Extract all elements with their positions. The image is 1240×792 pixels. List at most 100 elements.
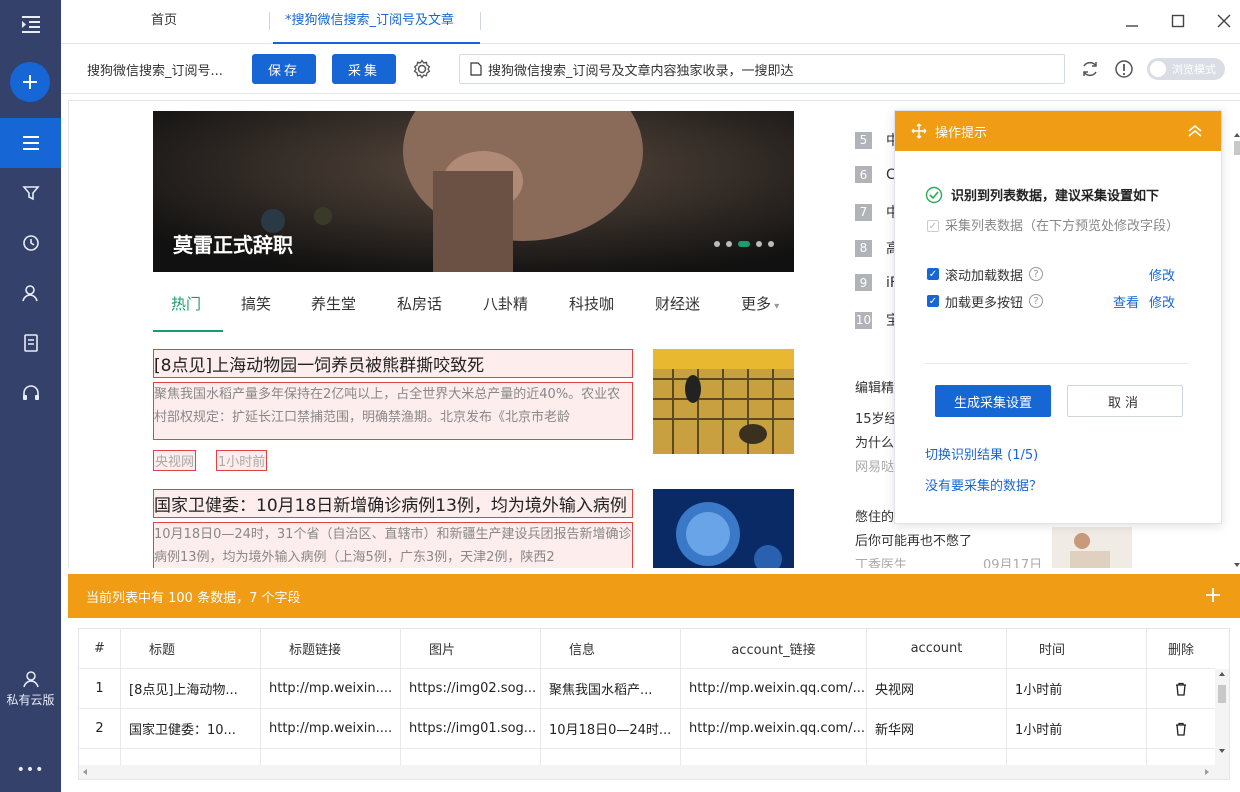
carousel-dot[interactable] [726, 241, 732, 247]
scroll-load-checkbox[interactable]: ✓ [927, 268, 939, 280]
category-tab[interactable]: 搞笑 [241, 293, 271, 314]
table-header-row: # 标题 标题链接 图片 信息 account_链接 account 时间 删除 [79, 629, 1215, 669]
category-tab-more[interactable]: 更多 ▾ [741, 293, 779, 314]
switch-result-link[interactable]: 切换识别结果 (1/5) [925, 444, 1038, 463]
carousel-dots[interactable] [714, 241, 774, 247]
new-task-button[interactable] [10, 62, 50, 102]
history-icon[interactable] [0, 218, 61, 268]
tab-current-task[interactable]: *搜狗微信搜索_订阅号及文章 [273, 0, 480, 44]
column-header[interactable]: # [79, 629, 121, 668]
table-row[interactable]: 2 国家卫健委：10... http://mp.weixin.... https… [79, 709, 1215, 749]
column-header[interactable]: 时间 [1007, 629, 1147, 668]
side-line[interactable]: 15岁经 [855, 408, 898, 427]
side-line[interactable]: 为什么 [855, 432, 894, 451]
document-icon[interactable] [0, 318, 61, 368]
panel-header[interactable]: 操作提示 [895, 111, 1221, 151]
load-more-checkbox[interactable]: ✓ [927, 295, 939, 307]
info-icon[interactable] [1113, 58, 1135, 80]
side-line[interactable]: 憋住的 [855, 506, 894, 525]
save-button[interactable]: 保存 [252, 54, 316, 84]
refresh-icon[interactable] [1079, 58, 1101, 80]
table-cell[interactable]: https://img02.sog... [401, 669, 541, 708]
table-cell[interactable]: 聚焦我国水稻产... [541, 669, 681, 708]
minimize-icon[interactable] [1121, 10, 1143, 32]
close-icon[interactable] [1213, 10, 1235, 32]
column-header[interactable]: 标题 [121, 629, 261, 668]
table-cell[interactable]: http://mp.weixin.... [261, 709, 401, 748]
news-thumbnail[interactable] [653, 349, 794, 454]
more-menu-button[interactable]: ••• [0, 762, 61, 778]
column-header[interactable]: 图片 [401, 629, 541, 668]
url-bar[interactable]: 搜狗微信搜索_订阅号及文章内容独家收录，一搜即达 [459, 54, 1065, 84]
tab-home[interactable]: 首页 [151, 0, 177, 44]
private-cloud-button[interactable]: 私有云版 [0, 670, 61, 708]
maximize-icon[interactable] [1167, 10, 1189, 32]
news-title[interactable]: 国家卫健委：10月18日新增确诊病例13例，均为境外输入病例 [153, 489, 633, 518]
table-cell[interactable]: https://img01.sog... [401, 709, 541, 748]
side-line[interactable]: 后你可能再也不憋了 [855, 530, 972, 549]
table-cell[interactable]: 国家卫健委：10... [121, 709, 261, 748]
edit-scroll-link[interactable]: 修改 [1149, 265, 1175, 284]
table-cell[interactable]: http://mp.weixin.qq.com/... [681, 709, 867, 748]
option-load-more[interactable]: ✓ 加载更多按钮 ? [927, 292, 1044, 311]
table-cell[interactable]: 10月18日0—24时... [541, 709, 681, 748]
help-icon[interactable]: ? [1029, 294, 1044, 308]
collapse-icon[interactable] [1187, 123, 1203, 139]
delete-row-button[interactable] [1147, 709, 1215, 748]
option-scroll-load[interactable]: ✓ 滚动加载数据 ? [927, 265, 1044, 284]
category-tab[interactable]: 养生堂 [311, 293, 356, 314]
rank-number: 6 [855, 166, 872, 183]
table-cell[interactable]: 1小时前 [1007, 669, 1147, 708]
column-header[interactable]: 信息 [541, 629, 681, 668]
option-label: 滚动加载数据 [945, 269, 1024, 284]
carousel-dot[interactable] [756, 241, 762, 247]
page-scrollbar[interactable] [1233, 131, 1240, 568]
generate-settings-button[interactable]: 生成采集设置 [935, 385, 1051, 417]
news-title[interactable]: [8点见]上海动物园一饲养员被熊群撕咬致死 [153, 349, 633, 378]
table-cell[interactable]: http://mp.weixin.qq.com/... [681, 669, 867, 708]
rank-item[interactable]: 9 iF [855, 274, 898, 291]
news-item[interactable]: 国家卫健委：10月18日新增确诊病例13例，均为境外输入病例 10月18日0—2… [153, 489, 633, 568]
cancel-button[interactable]: 取消 [1067, 385, 1183, 417]
news-source[interactable]: 央视网 [153, 450, 197, 471]
table-cell[interactable]: 1小时前 [1007, 709, 1147, 748]
table-vertical-scrollbar[interactable] [1215, 669, 1229, 779]
column-header[interactable]: account [867, 629, 1007, 668]
no-data-link[interactable]: 没有要采集的数据？ [925, 475, 1042, 494]
filter-icon[interactable] [0, 168, 61, 218]
edit-load-more-link[interactable]: 修改 [1149, 292, 1175, 311]
category-tab[interactable]: 八卦精 [483, 293, 528, 314]
table-cell[interactable]: [8点见]上海动物... [121, 669, 261, 708]
expand-menu-icon[interactable] [0, 0, 61, 50]
settings-gear-icon[interactable] [411, 58, 433, 80]
move-icon[interactable] [911, 123, 927, 139]
user-manage-icon[interactable] [0, 268, 61, 318]
category-tab[interactable]: 科技咖 [569, 293, 614, 314]
view-load-more-link[interactable]: 查看 [1113, 292, 1139, 311]
category-tab[interactable]: 财经迷 [655, 293, 700, 314]
browse-mode-toggle[interactable]: 浏览模式 [1147, 58, 1225, 80]
headline-banner[interactable]: 莫雷正式辞职 [153, 111, 794, 272]
news-item[interactable]: [8点见]上海动物园一饲养员被熊群撕咬致死 聚焦我国水稻产量多年保持在2亿吨以上… [153, 349, 633, 471]
column-header[interactable]: 标题链接 [261, 629, 401, 668]
delete-row-button[interactable] [1147, 669, 1215, 708]
side-thumbnail[interactable] [1052, 527, 1132, 568]
table-cell[interactable]: http://mp.weixin.... [261, 669, 401, 708]
table-row[interactable]: 1 [8点见]上海动物... http://mp.weixin.... http… [79, 669, 1215, 709]
news-thumbnail[interactable] [653, 489, 794, 568]
collect-button[interactable]: 采集 [332, 54, 396, 84]
add-field-icon[interactable] [1204, 586, 1222, 604]
help-icon[interactable]: ? [1029, 267, 1044, 281]
carousel-dot[interactable] [768, 241, 774, 247]
carousel-dot-active[interactable] [738, 241, 750, 247]
category-tab[interactable]: 私房话 [397, 293, 442, 314]
column-header[interactable]: account_链接 [681, 629, 867, 668]
headset-icon[interactable] [0, 368, 61, 418]
table-horizontal-scrollbar[interactable] [79, 765, 1215, 779]
table-cell[interactable]: 新华网 [867, 709, 1007, 748]
rank-item[interactable]: 6C [855, 166, 896, 183]
table-cell[interactable]: 央视网 [867, 669, 1007, 708]
task-list-icon[interactable] [0, 118, 61, 168]
category-tab[interactable]: 热门 [171, 293, 201, 314]
carousel-dot[interactable] [714, 241, 720, 247]
